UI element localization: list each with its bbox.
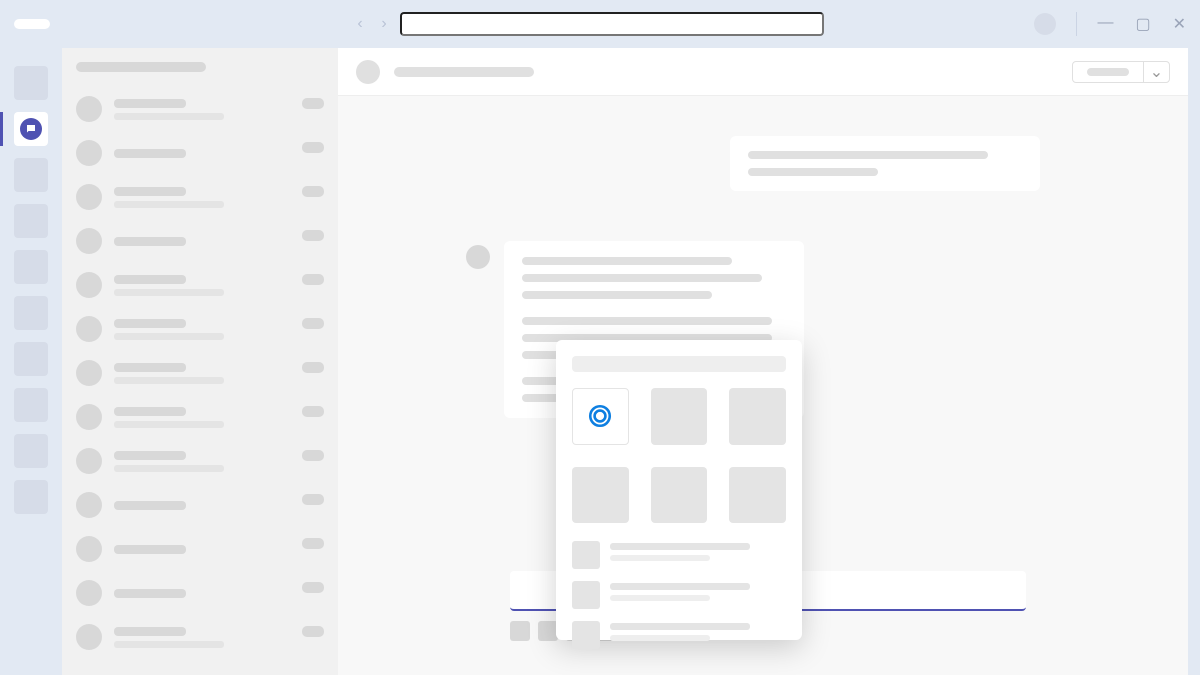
chat-item-timestamp [302, 274, 324, 285]
chat-list-item[interactable] [76, 140, 324, 166]
rail-calendar[interactable] [14, 204, 48, 238]
chat-list-item[interactable] [76, 580, 324, 606]
header-action-button[interactable] [1073, 62, 1143, 82]
maximize-button[interactable]: ▢ [1135, 14, 1150, 34]
chat-list-item[interactable] [76, 448, 324, 474]
attach-button[interactable] [538, 621, 558, 641]
app-tile-app3[interactable] [729, 388, 786, 445]
window-traffic-lights[interactable] [14, 19, 50, 29]
cliq-icon [587, 403, 613, 429]
chat-item-avatar [76, 360, 102, 386]
app-tile-app4[interactable] [572, 467, 629, 524]
chat-item-timestamp [302, 362, 324, 373]
chat-item-timestamp [302, 450, 324, 461]
close-button[interactable]: ✕ [1173, 14, 1186, 34]
chat-item-avatar [76, 580, 102, 606]
chat-item-timestamp [302, 538, 324, 549]
chat-list-item[interactable] [76, 96, 324, 122]
chat-list-item[interactable] [76, 492, 324, 518]
conversation-title [394, 67, 534, 77]
messaging-extensions-popup [556, 340, 802, 640]
rail-chat[interactable] [14, 112, 48, 146]
rail-extra1[interactable] [14, 388, 48, 422]
conversation-avatar[interactable] [356, 60, 380, 84]
chat-item-avatar [76, 536, 102, 562]
rail-teams[interactable] [14, 158, 48, 192]
chat-item-avatar [76, 140, 102, 166]
chat-item-timestamp [302, 98, 324, 109]
chat-list-item[interactable] [76, 184, 324, 210]
chat-item-timestamp [302, 582, 324, 593]
profile-avatar[interactable] [1034, 13, 1056, 35]
list-item-icon [572, 541, 600, 569]
list-item-icon [572, 581, 600, 609]
chat-item-timestamp [302, 142, 324, 153]
chat-item-avatar [76, 272, 102, 298]
rail-calls[interactable] [14, 250, 48, 284]
title-bar: ‹ › — ▢ ✕ [0, 0, 1200, 48]
sender-avatar[interactable] [466, 245, 490, 269]
chat-list-item[interactable] [76, 316, 324, 342]
chat-item-timestamp [302, 494, 324, 505]
minimize-button[interactable]: — [1097, 14, 1113, 34]
app-tile-cliq[interactable] [572, 388, 629, 445]
format-button[interactable] [510, 621, 530, 641]
outgoing-message[interactable] [730, 136, 1040, 191]
chat-list-item[interactable] [76, 228, 324, 254]
chat-item-avatar [76, 492, 102, 518]
header-action-dropdown[interactable]: ⌄ [1143, 62, 1169, 82]
chat-item-avatar [76, 228, 102, 254]
chat-icon [20, 118, 42, 140]
chat-item-avatar [76, 96, 102, 122]
chat-item-timestamp [302, 406, 324, 417]
app-tile-app2[interactable] [651, 388, 708, 445]
rail-activity[interactable] [14, 66, 48, 100]
chat-item-avatar [76, 316, 102, 342]
chat-list-item[interactable] [76, 360, 324, 386]
popup-search-input[interactable] [572, 356, 786, 372]
nav-back-icon[interactable]: ‹ [350, 14, 370, 34]
chat-list-item[interactable] [76, 272, 324, 298]
chat-item-timestamp [302, 230, 324, 241]
chat-item-avatar [76, 448, 102, 474]
chat-list-item[interactable] [76, 536, 324, 562]
chat-item-timestamp [302, 626, 324, 637]
popup-list-item[interactable] [572, 541, 786, 569]
popup-list-item[interactable] [572, 621, 786, 649]
chat-list-header [76, 62, 206, 72]
divider [1076, 12, 1077, 36]
rail-extra2[interactable] [14, 434, 48, 468]
app-rail [0, 48, 62, 675]
chat-item-timestamp [302, 186, 324, 197]
search-input[interactable] [400, 12, 824, 36]
conversation-header: ⌄ [338, 48, 1188, 96]
chat-list-item[interactable] [76, 624, 324, 650]
popup-list-item[interactable] [572, 581, 786, 609]
list-item-icon [572, 621, 600, 649]
rail-more[interactable] [14, 480, 48, 514]
nav-forward-icon[interactable]: › [374, 14, 394, 34]
chat-item-avatar [76, 624, 102, 650]
rail-apps[interactable] [14, 342, 48, 376]
chat-list-item[interactable] [76, 404, 324, 430]
chat-item-avatar [76, 404, 102, 430]
chat-item-timestamp [302, 318, 324, 329]
app-tile-app5[interactable] [651, 467, 708, 524]
chat-list-panel [62, 48, 338, 675]
rail-files[interactable] [14, 296, 48, 330]
app-tile-app6[interactable] [729, 467, 786, 524]
chat-item-avatar [76, 184, 102, 210]
